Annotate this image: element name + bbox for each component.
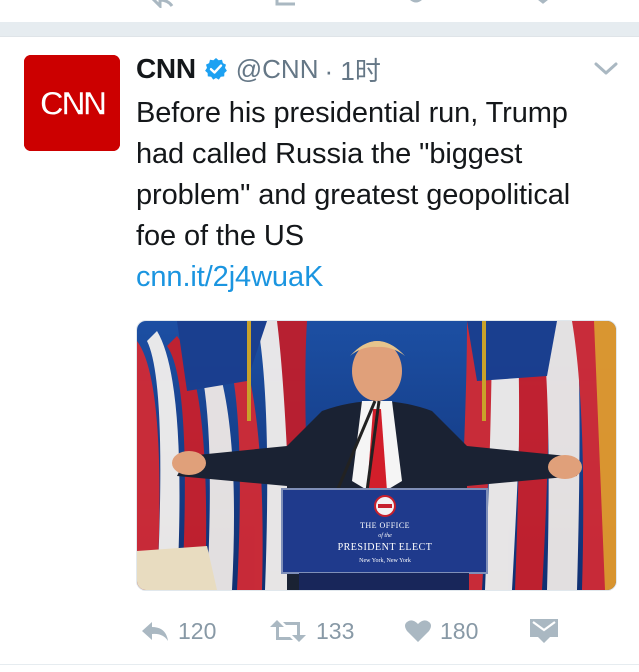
tweet-actions: 120 133 180	[136, 615, 616, 647]
tweet-media-photo[interactable]: THE OFFICE of the PRESIDENT ELECT New Yo…	[136, 320, 617, 591]
tweet-header: CNN @CNN · 1时	[136, 51, 381, 87]
tweet-divider	[0, 664, 639, 665]
chevron-down-icon[interactable]	[592, 59, 620, 79]
retweet-icon[interactable]	[275, 0, 301, 8]
tweet-card[interactable]: CNN CNN @CNN · 1时 Before his presidentia…	[0, 37, 639, 657]
retweet-icon	[270, 620, 306, 642]
reply-count: 120	[178, 617, 217, 644]
tweet-timestamp[interactable]: · 1时	[325, 51, 381, 88]
cnn-logo: CNN	[24, 55, 120, 151]
heart-icon	[405, 620, 431, 642]
avatar[interactable]: CNN	[24, 55, 120, 151]
tweet-body: Before his presidential run, Trump had c…	[136, 97, 571, 252]
direct-message-icon	[530, 619, 558, 643]
podium-text-1: THE OFFICE	[360, 521, 410, 530]
verified-badge-icon	[204, 58, 227, 80]
direct-message-button[interactable]	[529, 615, 559, 647]
tweet-separator	[0, 22, 639, 37]
like-button[interactable]: 180	[404, 615, 478, 647]
author-handle[interactable]: @CNN	[236, 54, 319, 85]
retweet-button[interactable]: 133	[268, 615, 354, 647]
like-count: 180	[440, 617, 479, 644]
reply-icon	[142, 622, 168, 641]
podium-text-2: of the	[378, 532, 392, 539]
podium-text-3: PRESIDENT ELECT	[338, 542, 433, 553]
previous-tweet-actions	[0, 0, 639, 23]
podium-text-4: New York, New York	[359, 558, 411, 564]
heart-icon[interactable]	[403, 0, 429, 8]
author-name[interactable]: CNN	[136, 53, 196, 85]
svg-text:CNN: CNN	[40, 85, 106, 123]
press-conference-photo: THE OFFICE of the PRESIDENT ELECT New Yo…	[137, 321, 616, 590]
retweet-count: 133	[316, 617, 355, 644]
direct-message-icon[interactable]	[530, 0, 556, 8]
tweet-link[interactable]: cnn.it/2j4wuaK	[136, 257, 616, 298]
reply-icon[interactable]	[148, 0, 174, 8]
tweet-text: Before his presidential run, Trump had c…	[136, 93, 616, 298]
reply-button[interactable]: 120	[140, 615, 216, 647]
